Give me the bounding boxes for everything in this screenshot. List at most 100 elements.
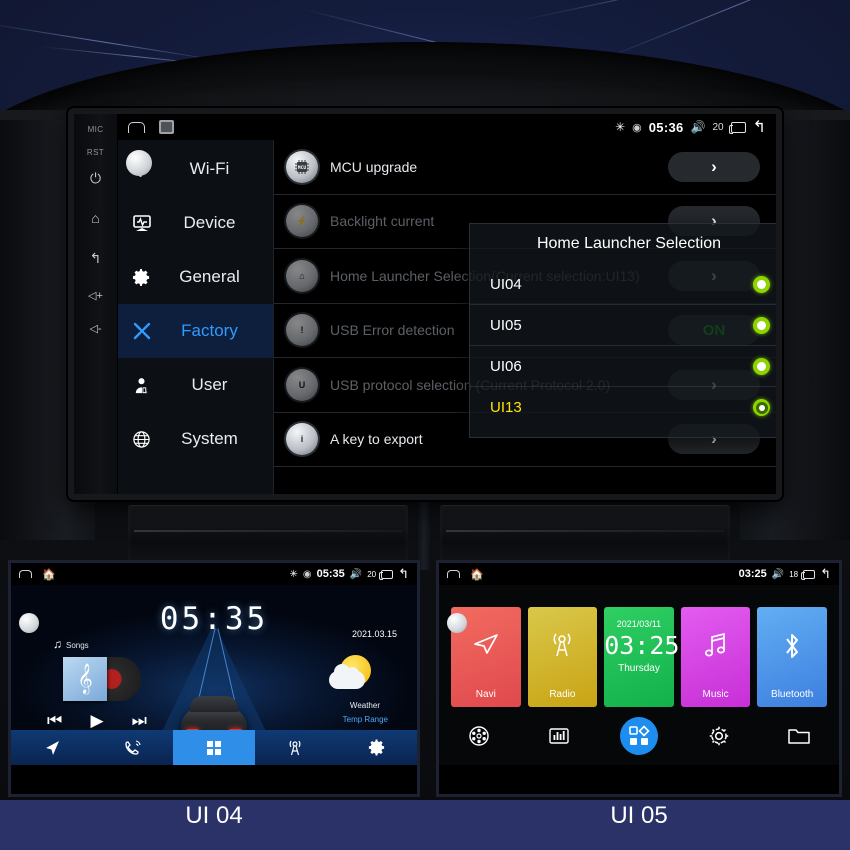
back-icon[interactable]: ↰: [753, 117, 766, 137]
next-track-icon[interactable]: ⏭: [132, 711, 147, 731]
tile-radio[interactable]: Radio: [527, 607, 598, 707]
back-icon[interactable]: ↰: [398, 566, 409, 582]
app-tile-grid: Navi Radio 2021/03/11 03:25 Thursday Mus…: [451, 607, 827, 707]
dialog-option-ui06[interactable]: UI06: [470, 346, 776, 387]
volume-icon: 🔊: [349, 568, 363, 580]
ui04-home-screen: 05:35 ♫ Songs 𝄞 ⏮ ▶ ⏭ 2021.03.15 Weather…: [11, 585, 417, 765]
sidebar-item-device[interactable]: Device: [118, 196, 273, 250]
temp-range-label: Temp Range: [342, 715, 388, 724]
ui04-dock: [11, 730, 417, 765]
home-icon[interactable]: ⌂: [91, 211, 99, 225]
dialog-option-ui04[interactable]: UI04: [470, 264, 776, 305]
back-icon[interactable]: ↰: [820, 566, 831, 582]
factory-settings-list: MCU MCU upgrade › ⚡ Backlight current › …: [274, 140, 776, 494]
dock-item-apps[interactable]: [173, 730, 255, 765]
film-reel-icon: [469, 726, 489, 746]
phone-icon: [125, 739, 141, 755]
tile-time: 03:25: [604, 631, 680, 660]
tile-music[interactable]: Music: [680, 607, 751, 707]
decor-streak: [0, 22, 228, 63]
dialog-option-label: UI06: [490, 357, 522, 375]
tile-label: Navi: [475, 689, 496, 700]
ui05-status-bar: 🏠 03:25 🔊 18 ↰: [439, 563, 839, 585]
radio-button[interactable]: [753, 275, 770, 293]
house-icon[interactable]: 🏠: [42, 568, 56, 581]
dialog-option-ui13[interactable]: UI13: [470, 387, 776, 428]
usb-error-icon: !: [286, 314, 318, 347]
launcher-icon: ⌂: [286, 259, 318, 292]
play-icon[interactable]: ▶: [90, 711, 103, 731]
power-icon[interactable]: ⏻: [90, 171, 101, 185]
dialog-option-ui05[interactable]: UI05: [470, 305, 776, 346]
sidebar-item-factory[interactable]: Factory: [118, 304, 273, 358]
rotary-knob[interactable]: [447, 613, 467, 633]
user-icon: [132, 376, 166, 395]
dock-item-files[interactable]: [759, 726, 839, 746]
recents-icon[interactable]: [801, 569, 816, 580]
dock-item-video[interactable]: [439, 725, 519, 747]
sidebar-item-wifi[interactable]: Wi-Fi: [118, 142, 273, 196]
settings-screen: Wi-Fi Device General Factory User System…: [118, 140, 776, 494]
dock-item-settings[interactable]: [679, 725, 759, 747]
dialog-option-label: UI05: [490, 316, 522, 334]
rotary-knob[interactable]: [126, 150, 152, 176]
settings-row-button[interactable]: ›: [668, 151, 760, 182]
sidebar-item-system[interactable]: System: [118, 412, 273, 466]
wifi-icon: ◉: [302, 568, 312, 580]
wifi-icon: ◉: [632, 121, 642, 134]
home-launcher-dialog: Home Launcher Selection UI04 UI05 UI06 U…: [469, 223, 776, 438]
sidebar-item-user[interactable]: User: [118, 358, 273, 412]
reset-label: RST: [86, 148, 105, 157]
tools-icon: [132, 321, 166, 341]
gear-icon: [709, 726, 729, 746]
volume-up-icon[interactable]: ◁+: [88, 291, 103, 302]
sidebar-item-label: User: [191, 375, 228, 394]
tile-label: Music: [702, 689, 729, 700]
ui05-preview-unit: 🏠 03:25 🔊 18 ↰ Navi Radio 2021/03/11 03:…: [436, 560, 842, 797]
backlight-icon: ⚡: [286, 205, 318, 238]
dock-item-radio[interactable]: [255, 730, 336, 765]
dock-item-navigation[interactable]: [11, 730, 92, 765]
radio-button-selected[interactable]: [753, 399, 770, 416]
home-outline-icon[interactable]: [128, 121, 145, 133]
rotary-knob[interactable]: [19, 613, 39, 633]
tile-bluetooth[interactable]: Bluetooth: [757, 607, 827, 707]
back-icon[interactable]: ↰: [90, 251, 102, 265]
sidebar-item-general[interactable]: General: [118, 250, 273, 304]
home-outline-icon[interactable]: [19, 570, 32, 578]
dock-item-phone[interactable]: [92, 730, 173, 765]
volume-down-icon[interactable]: ◁-: [89, 324, 101, 335]
folder-icon: [788, 729, 810, 744]
dock-item-settings[interactable]: [336, 730, 417, 765]
cloud-shape: [329, 664, 365, 689]
volume-icon: 🔊: [771, 568, 785, 580]
settings-row-mcu-upgrade[interactable]: MCU MCU upgrade ›: [274, 140, 776, 195]
status-bar: ✳ ◉ 05:36 🔊 20 ↰: [118, 114, 776, 140]
dock-item-apps[interactable]: [599, 717, 679, 755]
ui05-dock: [439, 707, 839, 765]
sidebar-item-label: Wi-Fi: [189, 159, 230, 178]
dialog-title: Home Launcher Selection: [536, 235, 722, 252]
house-icon[interactable]: 🏠: [470, 568, 484, 581]
previous-track-icon[interactable]: ⏮: [47, 711, 62, 731]
sidebar-item-label: General: [179, 267, 240, 286]
bluetooth-icon: [757, 631, 827, 666]
svg-text:MCU: MCU: [298, 165, 306, 171]
tile-clock[interactable]: 2021/03/11 03:25 Thursday: [604, 607, 680, 707]
clock-label: 03:25: [738, 568, 767, 580]
album-art[interactable]: 𝄞: [63, 657, 107, 701]
info-icon: i: [286, 423, 318, 456]
head-unit-screen: ✳ ◉ 05:36 🔊 20 ↰ Wi-Fi Device General Fa…: [118, 114, 776, 494]
navigation-icon: [451, 631, 521, 662]
radio-button[interactable]: [753, 316, 770, 334]
dock-item-equalizer[interactable]: [519, 726, 599, 746]
radio-button[interactable]: [753, 357, 770, 375]
volume-level: 18: [789, 569, 799, 579]
recents-icon[interactable]: [728, 121, 746, 134]
recents-icon[interactable]: [379, 569, 394, 580]
bluetooth-icon: ✳: [615, 120, 626, 134]
home-outline-icon[interactable]: [447, 570, 460, 578]
tile-label: Bluetooth: [771, 689, 814, 700]
usb-icon: U: [286, 368, 318, 401]
photo-icon[interactable]: [159, 120, 174, 134]
